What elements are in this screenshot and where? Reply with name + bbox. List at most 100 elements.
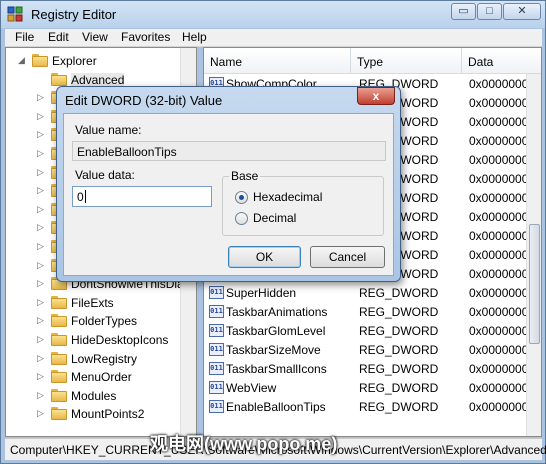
tree-item-label: Advanced bbox=[71, 72, 125, 87]
column-data[interactable]: Data bbox=[468, 55, 493, 69]
decimal-label[interactable]: Decimal bbox=[253, 211, 296, 225]
value-row[interactable]: 011 TaskbarSmallIcons REG_DWORD 0x0000000 bbox=[204, 359, 528, 378]
dword-value-icon: 011 bbox=[209, 400, 224, 413]
menu-edit[interactable]: Edit bbox=[48, 30, 69, 44]
value-row[interactable]: 011 WebView REG_DWORD 0x0000000 bbox=[204, 378, 528, 397]
value-row[interactable]: 011 TaskbarGlomLevel REG_DWORD 0x0000000 bbox=[204, 321, 528, 340]
value-row[interactable]: 011 TaskbarAnimations REG_DWORD 0x0000000 bbox=[204, 302, 528, 321]
value-name: TaskbarGlomLevel bbox=[226, 324, 326, 338]
collapsed-arrow-icon[interactable]: ▷ bbox=[37, 390, 45, 400]
collapsed-arrow-icon[interactable]: ▷ bbox=[37, 334, 45, 344]
close-icon: x bbox=[372, 89, 380, 103]
value-row[interactable]: 011 EnableBalloonTips REG_DWORD 0x0000000 bbox=[204, 397, 528, 416]
dword-value-icon: 011 bbox=[209, 381, 224, 394]
collapsed-arrow-icon[interactable] bbox=[37, 74, 45, 84]
list-scrollbar[interactable] bbox=[526, 74, 541, 436]
expanded-arrow-icon[interactable]: ◢ bbox=[18, 55, 26, 65]
collapsed-arrow-icon[interactable]: ▷ bbox=[37, 371, 45, 381]
value-data: 0x0000000 bbox=[469, 381, 529, 395]
value-data-label: Value data: bbox=[75, 168, 135, 182]
menu-view[interactable]: View bbox=[82, 30, 108, 44]
collapsed-arrow-icon[interactable]: ▷ bbox=[37, 241, 45, 251]
cancel-button[interactable]: Cancel bbox=[310, 246, 385, 268]
value-data: 0x0000000 bbox=[469, 400, 529, 414]
minimize-button[interactable]: ▭ bbox=[451, 3, 476, 20]
minimize-icon: ▭ bbox=[458, 5, 469, 17]
collapsed-arrow-icon[interactable]: ▷ bbox=[37, 111, 45, 121]
text-caret bbox=[85, 190, 86, 203]
watermark-text: 观电网(www.popo.me) bbox=[150, 434, 338, 454]
menu-file[interactable]: File bbox=[15, 30, 34, 44]
value-data: 0x0000000 bbox=[469, 286, 529, 300]
ok-button[interactable]: OK bbox=[228, 246, 301, 268]
folder-icon bbox=[32, 54, 48, 67]
dword-value-icon: 011 bbox=[209, 305, 224, 318]
collapsed-arrow-icon[interactable]: ▷ bbox=[37, 315, 45, 325]
collapsed-arrow-icon[interactable]: ▷ bbox=[37, 148, 45, 158]
value-row[interactable]: 011 SuperHidden REG_DWORD 0x0000000 bbox=[204, 283, 528, 302]
tree-item[interactable]: ▷ MountPoints2 bbox=[37, 405, 196, 423]
tree-item[interactable]: ▷ Modules bbox=[37, 387, 196, 405]
collapsed-arrow-icon[interactable]: ▷ bbox=[37, 129, 45, 139]
dword-value-icon: 011 bbox=[209, 362, 224, 375]
value-name: TaskbarAnimations bbox=[226, 305, 328, 319]
folder-icon bbox=[51, 407, 67, 421]
column-separator[interactable] bbox=[461, 48, 462, 74]
tree-item-label: FolderTypes bbox=[71, 314, 138, 329]
value-name: EnableBalloonTips bbox=[226, 400, 326, 414]
value-data: 0x0000000 bbox=[469, 362, 529, 376]
value-type: REG_DWORD bbox=[359, 343, 439, 357]
base-label: Base bbox=[229, 169, 261, 183]
value-data: 0x0000000 bbox=[469, 153, 529, 167]
value-row[interactable]: 011 TaskbarSizeMove REG_DWORD 0x0000000 bbox=[204, 340, 528, 359]
tree-item[interactable]: ▷ FileExts bbox=[37, 294, 196, 312]
title-bar[interactable]: Registry Editor ▭ □ ✕ bbox=[1, 1, 545, 28]
folder-icon bbox=[51, 295, 67, 309]
value-type: REG_DWORD bbox=[359, 362, 439, 376]
value-name-label: Value name: bbox=[75, 123, 142, 137]
value-type: REG_DWORD bbox=[359, 286, 439, 300]
folder-icon bbox=[51, 72, 67, 86]
tree-item[interactable]: ▷ HideDesktopIcons bbox=[37, 331, 196, 349]
tree-item-label: MenuOrder bbox=[71, 370, 132, 385]
tree-item-label: HideDesktopIcons bbox=[71, 333, 169, 347]
folder-icon bbox=[51, 333, 67, 346]
tree-item[interactable]: ▷ FolderTypes bbox=[37, 312, 196, 330]
value-data: 0x0000000 bbox=[469, 96, 529, 110]
collapsed-arrow-icon[interactable]: ▷ bbox=[37, 408, 45, 418]
value-type: REG_DWORD bbox=[359, 381, 439, 395]
folder-icon bbox=[51, 388, 67, 402]
menu-help[interactable]: Help bbox=[182, 30, 207, 44]
collapsed-arrow-icon[interactable]: ▷ bbox=[37, 278, 45, 288]
hexadecimal-label[interactable]: Hexadecimal bbox=[253, 190, 322, 204]
column-name[interactable]: Name bbox=[210, 55, 242, 69]
value-data: 0x0000000 bbox=[469, 191, 529, 205]
value-name: WebView bbox=[226, 381, 277, 395]
scroll-thumb[interactable] bbox=[529, 224, 540, 344]
tree-item[interactable]: ▷ LowRegistry bbox=[37, 350, 196, 368]
collapsed-arrow-icon[interactable]: ▷ bbox=[37, 185, 45, 195]
hexadecimal-radio[interactable] bbox=[235, 191, 248, 204]
column-type[interactable]: Type bbox=[357, 55, 383, 69]
tree-item[interactable]: ▷ MenuOrder bbox=[37, 368, 196, 386]
tree-item-label: Explorer bbox=[52, 54, 97, 68]
decimal-radio[interactable] bbox=[235, 212, 248, 225]
collapsed-arrow-icon[interactable]: ▷ bbox=[37, 297, 45, 307]
value-name: SuperHidden bbox=[226, 286, 297, 300]
collapsed-arrow-icon[interactable]: ▷ bbox=[37, 167, 45, 177]
close-icon: ✕ bbox=[517, 5, 527, 17]
column-separator[interactable] bbox=[350, 48, 351, 74]
window-title: Registry Editor bbox=[31, 7, 117, 22]
menu-favorites[interactable]: Favorites bbox=[121, 30, 170, 44]
collapsed-arrow-icon[interactable]: ▷ bbox=[37, 204, 45, 214]
value-data-input[interactable]: 0 bbox=[72, 186, 212, 207]
collapsed-arrow-icon[interactable]: ▷ bbox=[37, 353, 45, 363]
maximize-icon: □ bbox=[486, 5, 493, 17]
collapsed-arrow-icon[interactable]: ▷ bbox=[37, 92, 45, 102]
collapsed-arrow-icon[interactable]: ▷ bbox=[37, 222, 45, 232]
collapsed-arrow-icon[interactable]: ▷ bbox=[37, 260, 45, 270]
close-button[interactable]: ✕ bbox=[503, 3, 541, 20]
tree-item[interactable]: ◢ Explorer bbox=[18, 52, 196, 70]
dialog-close-button[interactable]: x bbox=[357, 87, 395, 105]
maximize-button[interactable]: □ bbox=[477, 3, 502, 20]
